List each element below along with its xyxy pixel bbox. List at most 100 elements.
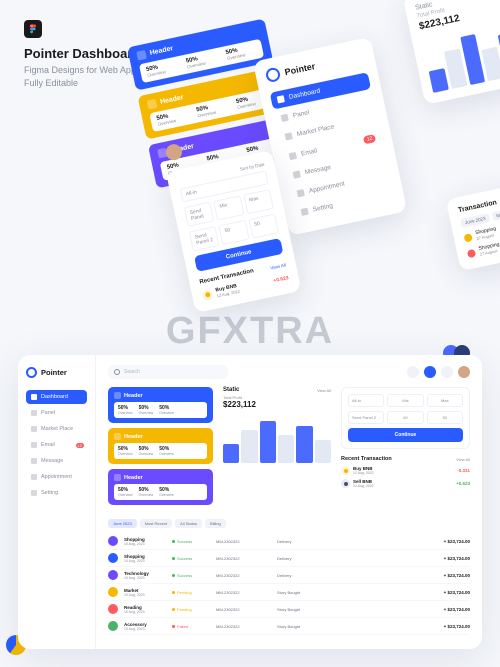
nav-email[interactable]: Email12 — [26, 438, 87, 452]
settings-icon[interactable] — [441, 366, 453, 378]
avatar[interactable] — [458, 366, 470, 378]
status-badge: Pending — [172, 590, 210, 595]
category-icon — [108, 553, 118, 563]
header-icon — [114, 392, 121, 399]
filter-field2[interactable]: Send Panel 2 — [348, 411, 384, 424]
view-all-link[interactable]: View All — [456, 457, 470, 462]
table-row[interactable]: Shopping10 Aug, 2023 Success MM-2302322 … — [108, 533, 470, 550]
table-row[interactable]: Market10 Aug, 2023 Pending MM-2302322 St… — [108, 584, 470, 601]
filter-mix[interactable]: Mix — [213, 195, 244, 220]
appointment-icon — [31, 474, 37, 480]
notification-icon[interactable] — [407, 366, 419, 378]
figma-logo-icon — [24, 20, 42, 38]
sidebar: Pointer Dashboard Panel Market Place Ema… — [18, 355, 96, 649]
marketplace-icon — [285, 132, 293, 140]
table-row[interactable]: Reading10 Aug, 2023 Pending MM-2302322 S… — [108, 601, 470, 618]
search-icon — [114, 369, 120, 375]
view-all-link[interactable]: View All — [317, 388, 331, 393]
category-icon — [108, 621, 118, 631]
header-card-purple[interactable]: Header 50%Overview 50%Overview 50%Overvi… — [108, 469, 213, 505]
transaction-title: Transaction — [458, 186, 500, 215]
nav-marketplace[interactable]: Market Place — [26, 422, 87, 436]
message-icon — [293, 170, 301, 178]
main-content: Search Header 50%Overview 50%Overview 50… — [96, 355, 482, 649]
rotated-showcase: Static Total Profit $223,112 Pointer Das… — [127, 0, 500, 400]
filter-allin[interactable]: All-in — [348, 394, 384, 407]
tx-amount: + $23,724.00 — [444, 590, 470, 595]
recent-row[interactable]: Sell BNB12 Aug, 2022 +0.623 — [341, 479, 470, 488]
filter-fifty[interactable]: 50 — [387, 411, 423, 424]
static-value: $223,112 — [223, 400, 331, 409]
filter-fifty[interactable]: 50 — [427, 411, 463, 424]
tx-type: Story Bought — [277, 607, 322, 612]
filter-column: All-in Mix Max Send Panel 2 50 50 Contin… — [341, 387, 470, 510]
filter-chip[interactable]: Most Recent — [491, 206, 500, 222]
filter-fifty[interactable]: 50 — [248, 214, 279, 239]
table-filter[interactable]: Billing — [205, 519, 226, 528]
nav-dashboard[interactable]: Dashboard — [26, 390, 87, 404]
tx-amount: + $23,724.00 — [444, 573, 470, 578]
filter-chip[interactable]: June 2023 — [460, 213, 490, 228]
header-icon — [114, 474, 121, 481]
marketplace-icon — [31, 426, 37, 432]
table-row[interactable]: Accessory10 Aug, 2023 Failed MM-2302322 … — [108, 618, 470, 635]
category-icon — [108, 587, 118, 597]
category-icon — [108, 604, 118, 614]
recent-row[interactable]: Buy BNB12 Aug, 2022 -0.331 — [341, 466, 470, 475]
tx-type: Story Bought — [277, 590, 322, 595]
static-column: Static View All Total Profit $223,112 — [223, 387, 331, 510]
continue-button[interactable]: Continue — [348, 428, 463, 442]
setting-icon — [301, 208, 309, 216]
filter-max[interactable]: Max — [243, 189, 274, 214]
panel-icon — [281, 114, 289, 122]
tx-id: MM-2302322 — [216, 607, 271, 612]
filter-mix[interactable]: Mix — [387, 394, 423, 407]
brand-logo-icon — [265, 67, 282, 84]
top-bar: Search — [108, 365, 470, 379]
tx-id: MM-2302322 — [216, 539, 271, 544]
nav-panel[interactable]: Panel — [26, 406, 87, 420]
tx-icon — [463, 233, 472, 242]
tx-type: Delivery — [277, 573, 322, 578]
table-filter[interactable]: All Status — [175, 519, 202, 528]
recent-section: Recent Transaction View All Buy BNB12 Au… — [341, 456, 470, 488]
appointment-icon — [297, 189, 305, 197]
email-badge: 12 — [76, 443, 84, 448]
nav-appointment[interactable]: Appointment — [26, 470, 87, 484]
category-icon — [108, 570, 118, 580]
dashboard-icon — [31, 394, 37, 400]
tx-amount: + $23,724.00 — [444, 607, 470, 612]
filter-max[interactable]: Max — [427, 394, 463, 407]
nav-setting[interactable]: Setting — [26, 486, 87, 500]
brand-row: Pointer — [26, 367, 87, 378]
coin-icon — [341, 466, 350, 475]
transaction-table: June 2023 Most Recent All Status Billing… — [108, 519, 470, 635]
table-filter[interactable]: June 2023 — [108, 519, 137, 528]
nav-message[interactable]: Message — [26, 454, 87, 468]
tx-id: MM-2302322 — [216, 573, 271, 578]
search-input[interactable]: Search — [108, 365, 228, 379]
table-row[interactable]: Technology10 Aug, 2023 Success MM-230232… — [108, 567, 470, 584]
table-filter[interactable]: Most Recent — [140, 519, 172, 528]
filter-field2[interactable]: Send Panel 2 — [189, 226, 220, 251]
filter-fifty[interactable]: 50 — [218, 220, 249, 245]
email-badge: 12 — [363, 134, 376, 144]
transaction-card: Transaction June 2023 Most Recent All St… — [446, 174, 500, 271]
email-icon — [31, 442, 37, 448]
tx-amount: + $23,724.00 — [444, 539, 470, 544]
tx-amount: + $23,724.00 — [444, 556, 470, 561]
dashboard-icon — [277, 95, 285, 103]
header-card-yellow[interactable]: Header 50%Overview 50%Overview 50%Overvi… — [108, 428, 213, 464]
status-badge: Failed — [172, 624, 210, 629]
filter-field1[interactable]: Send Panel — [184, 202, 215, 227]
static-card: Static Total Profit $223,112 — [403, 0, 500, 105]
brand-name: Pointer — [41, 368, 67, 377]
header-card-blue[interactable]: Header 50%Overview 50%Overview 50%Overvi… — [108, 387, 213, 423]
header-icon — [136, 50, 147, 61]
view-all-link[interactable]: View All — [270, 262, 286, 270]
coin-icon — [341, 479, 350, 488]
bar-chart — [223, 415, 331, 463]
tx-type: Delivery — [277, 556, 322, 561]
table-row[interactable]: Shopping10 Aug, 2023 Success MM-2302322 … — [108, 550, 470, 567]
action-icon[interactable] — [424, 366, 436, 378]
